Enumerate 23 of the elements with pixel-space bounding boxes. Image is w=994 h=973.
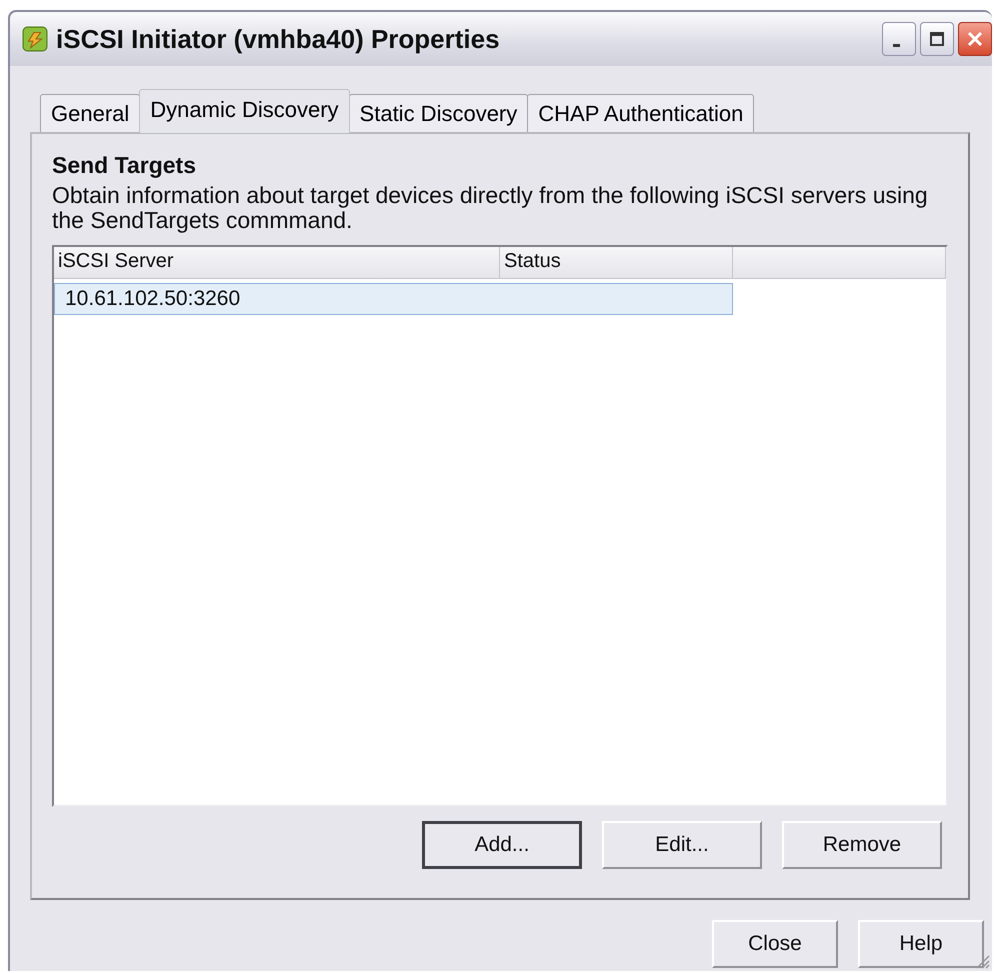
tab[interactable]: Dynamic Discovery xyxy=(139,89,350,133)
minimize-icon xyxy=(892,44,900,46)
table-cell-text: 10.61.102.50:3260 xyxy=(64,286,242,312)
column-header[interactable]: iSCSI Server xyxy=(54,247,500,279)
close-button[interactable] xyxy=(958,22,992,56)
close-icon xyxy=(965,29,985,49)
dialog-button[interactable]: Help xyxy=(858,920,984,968)
maximize-button[interactable] xyxy=(920,22,954,56)
dialog-button[interactable]: Remove xyxy=(782,821,942,869)
app-icon xyxy=(22,26,48,52)
tab[interactable]: General xyxy=(40,94,140,132)
dialog-button[interactable]: Add... xyxy=(422,821,582,869)
resize-grip-icon[interactable] xyxy=(974,953,990,969)
window-title: iSCSI Initiator (vmhba40) Properties xyxy=(56,24,501,54)
column-header[interactable]: Status xyxy=(500,247,733,279)
dialog-button[interactable]: Edit... xyxy=(602,821,762,869)
maximize-icon xyxy=(927,29,947,49)
section-description: Obtain information about target devices directly from the following iSCSI servers using the SendTargets commmand. xyxy=(52,183,929,233)
section-heading: Send Targets xyxy=(52,152,197,179)
table-row[interactable]: 10.61.102.50:3260 xyxy=(54,283,733,315)
dialog-button[interactable]: Close xyxy=(712,920,838,968)
tab[interactable]: Static Discovery xyxy=(348,94,528,132)
tab[interactable]: CHAP Authentication xyxy=(527,94,754,132)
